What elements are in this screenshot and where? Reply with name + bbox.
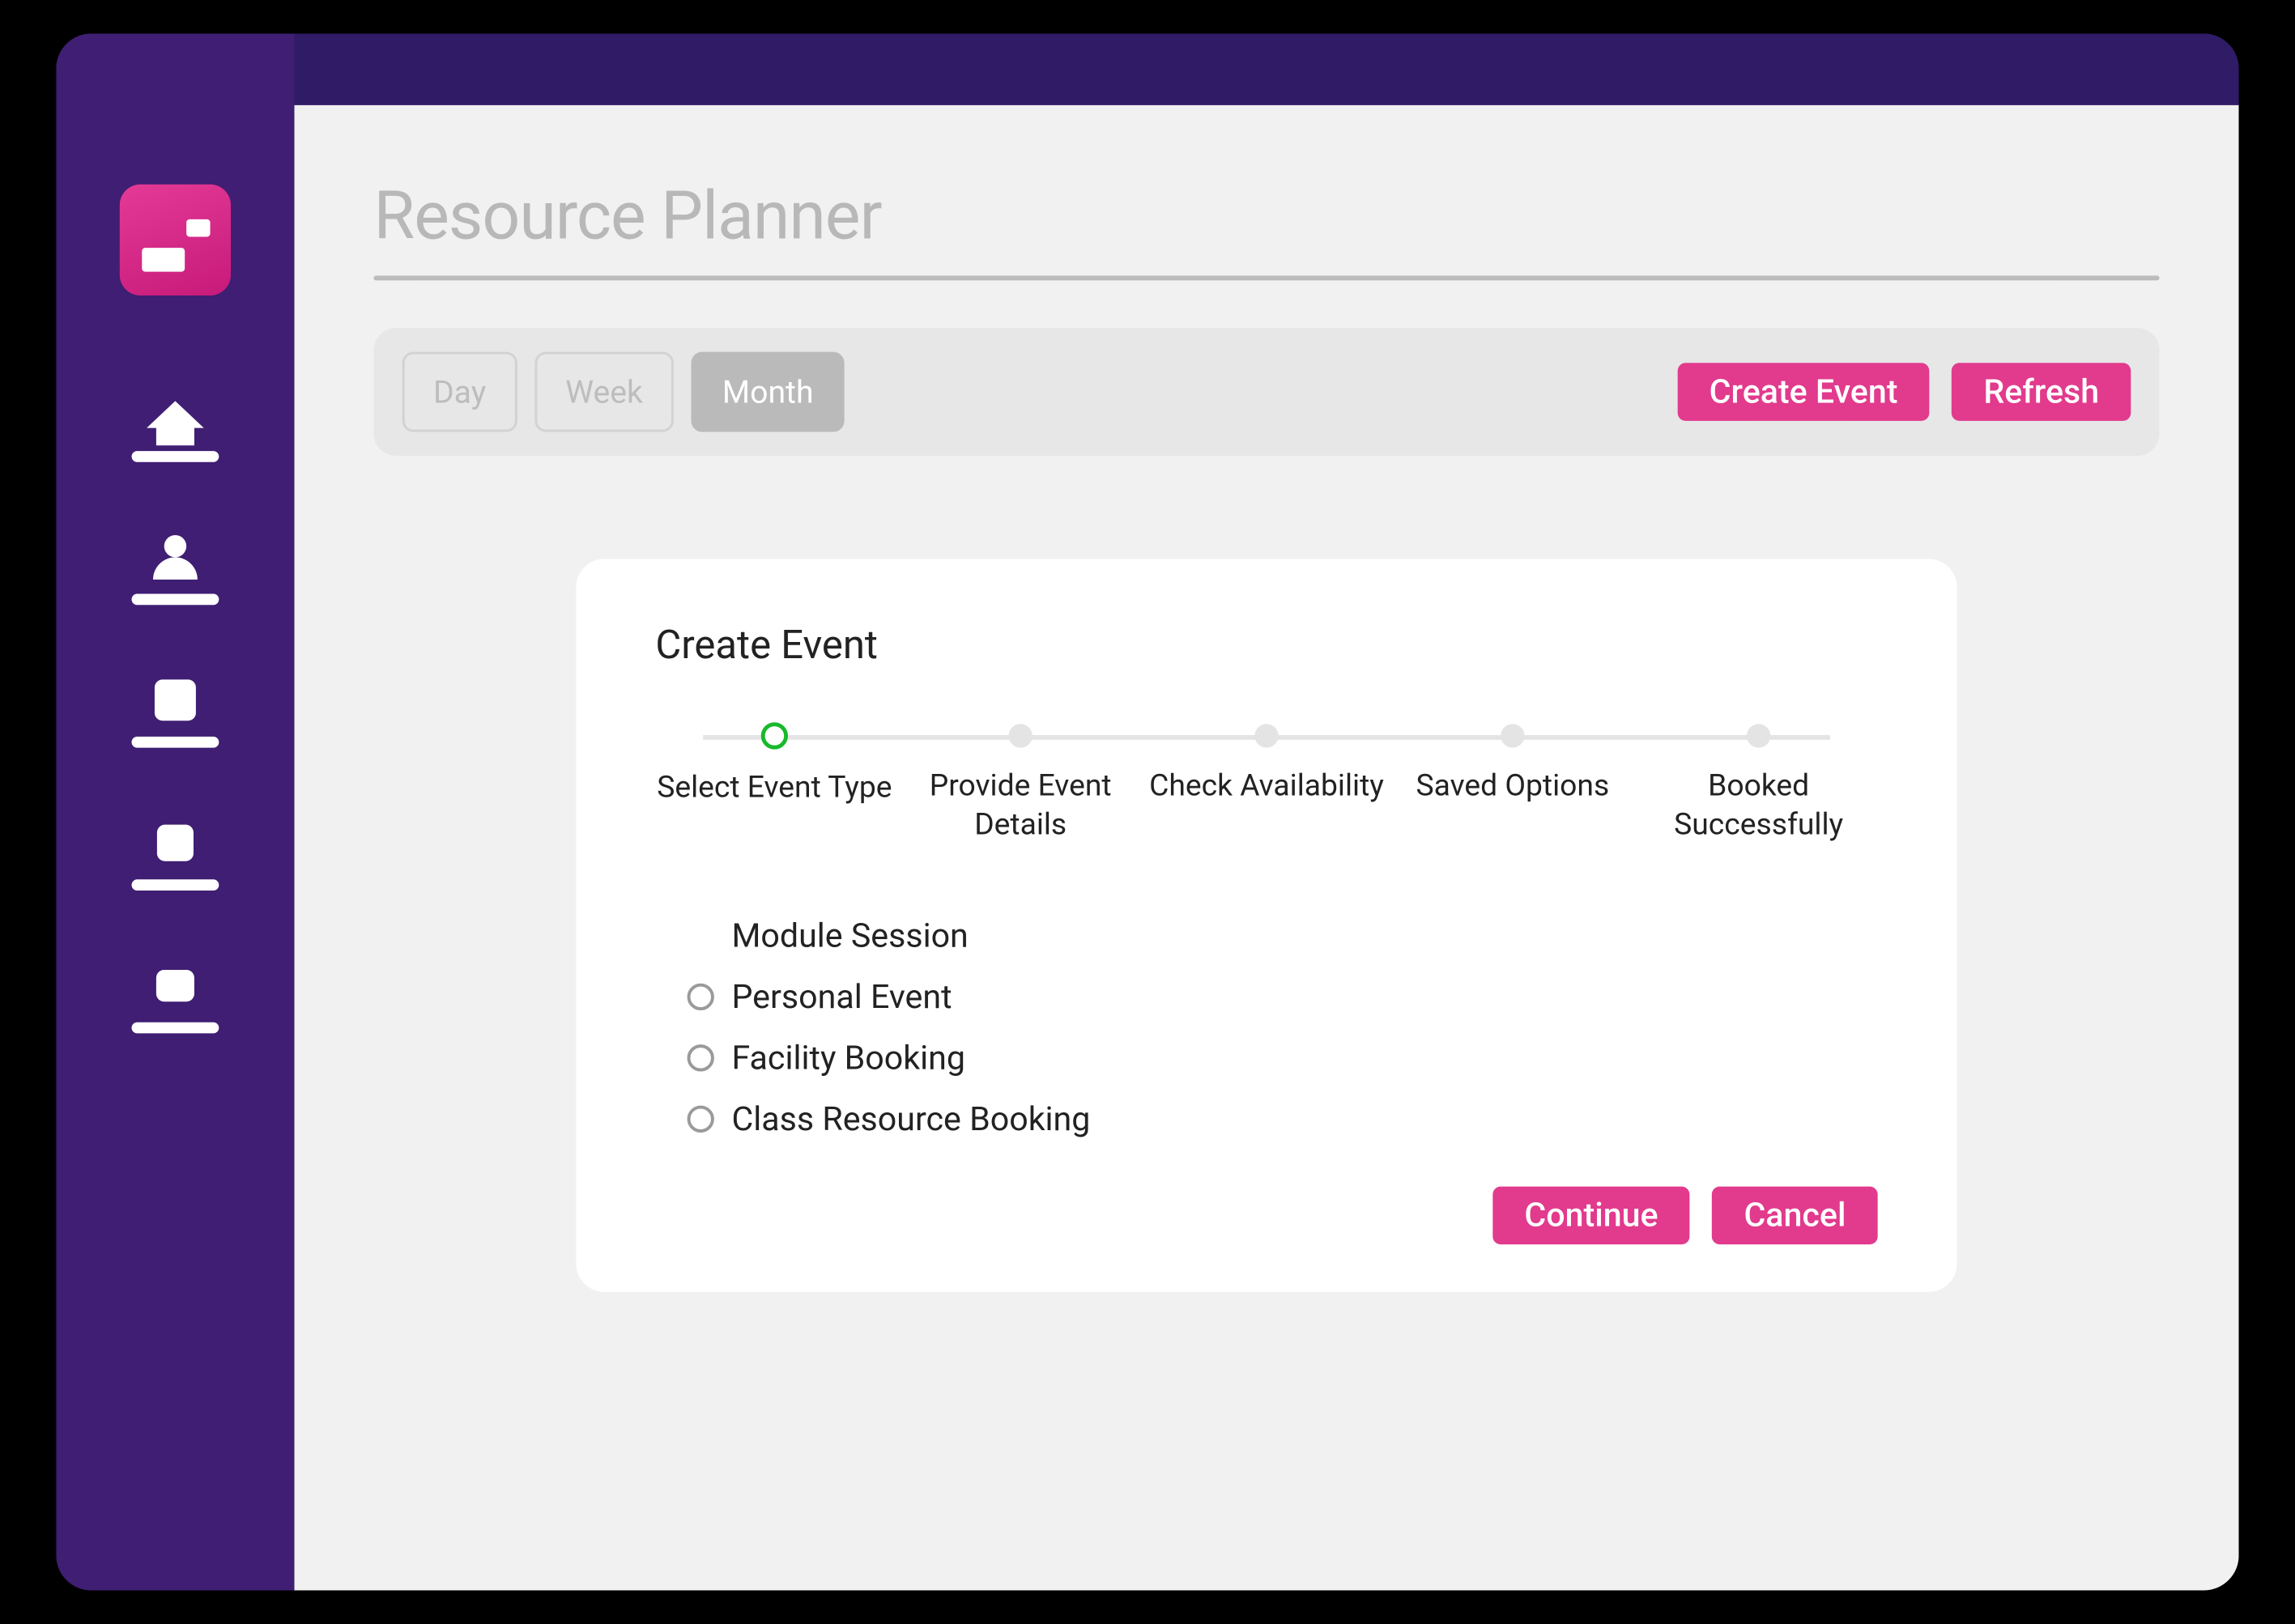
view-toggle-group: Day Week Month bbox=[402, 352, 845, 432]
page-title: Resource Planner bbox=[373, 176, 2159, 255]
step-provide-event-details[interactable]: Provide Event Details bbox=[901, 724, 1139, 845]
nav-underline bbox=[132, 451, 219, 462]
view-toggle-day[interactable]: Day bbox=[402, 352, 517, 432]
sidebar-item-module-2[interactable] bbox=[132, 819, 219, 891]
radio-icon bbox=[688, 1044, 714, 1071]
step-label: Provide Event Details bbox=[901, 767, 1139, 845]
options-heading-row: Module Session bbox=[688, 916, 1878, 955]
view-toggle-month[interactable]: Month bbox=[692, 352, 845, 432]
main-content: Resource Planner Day Week Month Create E… bbox=[294, 105, 2238, 1591]
square-icon bbox=[147, 819, 203, 867]
app-screen: Resource Planner Day Week Month Create E… bbox=[56, 34, 2238, 1591]
panel-actions: Continue Cancel bbox=[655, 1186, 1877, 1244]
device-frame: Resource Planner Day Week Month Create E… bbox=[39, 16, 2256, 1608]
create-event-panel: Create Event Select Event Type Provide E… bbox=[576, 559, 1956, 1291]
option-label: Personal Event bbox=[731, 978, 952, 1017]
step-saved-options[interactable]: Saved Options bbox=[1394, 724, 1632, 845]
step-dot-icon bbox=[1008, 724, 1032, 747]
user-icon bbox=[147, 534, 203, 581]
step-check-availability[interactable]: Check Availability bbox=[1148, 724, 1386, 845]
app-logo-icon bbox=[120, 185, 231, 295]
panel-title: Create Event bbox=[655, 623, 1877, 669]
nav-underline bbox=[132, 1022, 219, 1034]
view-toggle-week[interactable]: Week bbox=[534, 352, 674, 432]
radio-icon bbox=[688, 984, 714, 1010]
option-label: Facility Booking bbox=[731, 1039, 965, 1078]
square-icon bbox=[147, 962, 203, 1010]
step-label: Check Availability bbox=[1149, 767, 1384, 806]
option-facility-booking[interactable]: Facility Booking bbox=[688, 1039, 1878, 1078]
toolbar: Day Week Month Create Event Refresh bbox=[373, 328, 2159, 456]
window-titlebar bbox=[56, 34, 2238, 105]
step-label: Select Event Type bbox=[657, 768, 892, 807]
event-type-options: Module Session Personal Event Facility B… bbox=[688, 916, 1878, 1138]
sidebar bbox=[56, 34, 294, 1591]
step-label: Booked Successfully bbox=[1640, 767, 1878, 845]
option-personal-event[interactable]: Personal Event bbox=[688, 978, 1878, 1017]
step-dot-icon bbox=[1501, 724, 1524, 747]
option-class-resource-booking[interactable]: Class Resource Booking bbox=[688, 1100, 1878, 1139]
toolbar-actions: Create Event Refresh bbox=[1677, 363, 2131, 421]
option-label: Class Resource Booking bbox=[731, 1100, 1090, 1139]
sidebar-item-module-3[interactable] bbox=[132, 962, 219, 1033]
step-label: Saved Options bbox=[1416, 767, 1609, 806]
sidebar-item-module-1[interactable] bbox=[132, 676, 219, 747]
sidebar-item-profile[interactable] bbox=[132, 534, 219, 605]
nav-underline bbox=[132, 593, 219, 605]
radio-icon bbox=[688, 1106, 714, 1133]
step-booked-successfully[interactable]: Booked Successfully bbox=[1640, 724, 1878, 845]
radio-spacer bbox=[688, 923, 714, 950]
continue-button[interactable]: Continue bbox=[1492, 1186, 1690, 1244]
refresh-button[interactable]: Refresh bbox=[1952, 363, 2131, 421]
step-dot-icon bbox=[1747, 724, 1770, 747]
step-dot-icon bbox=[761, 722, 788, 749]
step-select-event-type[interactable]: Select Event Type bbox=[655, 724, 893, 845]
options-heading: Module Session bbox=[731, 916, 968, 955]
sidebar-item-home[interactable] bbox=[132, 391, 219, 462]
square-icon bbox=[147, 676, 203, 724]
nav-underline bbox=[132, 879, 219, 891]
nav-underline bbox=[132, 737, 219, 748]
home-icon bbox=[147, 391, 203, 439]
title-divider bbox=[373, 275, 2159, 280]
cancel-button[interactable]: Cancel bbox=[1712, 1186, 1877, 1244]
create-event-button[interactable]: Create Event bbox=[1677, 363, 1929, 421]
stepper: Select Event Type Provide Event Details … bbox=[655, 724, 1877, 845]
step-dot-icon bbox=[1254, 724, 1278, 747]
